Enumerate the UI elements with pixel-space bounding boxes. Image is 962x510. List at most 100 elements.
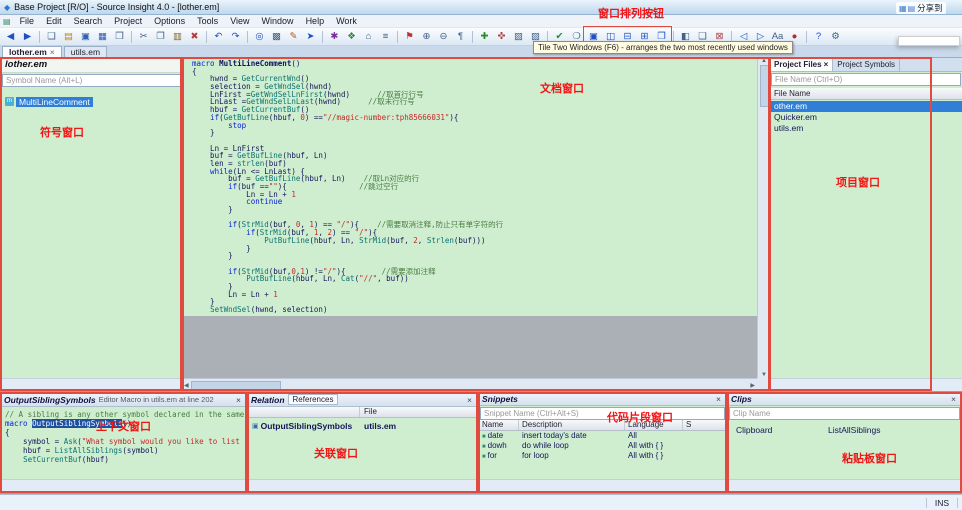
toolbar-open-file-icon[interactable]: ▤: [61, 30, 76, 44]
scroll-right-icon[interactable]: ▶: [750, 382, 755, 389]
vertical-scroll-thumb[interactable]: [760, 65, 769, 107]
menu-project[interactable]: Project: [108, 16, 148, 26]
menu-edit[interactable]: Edit: [40, 16, 68, 26]
menu-help[interactable]: Help: [300, 16, 331, 26]
toolbar: ◀▶❏▤▣▦❒✂❐▥✖↶↷◎▩✎➤✱❖⌂≡⚑⊕⊖¶✚✜▧▨✔❍▣◫⊟⊞❐◧❑⊠◁…: [0, 28, 962, 46]
menu-options[interactable]: Options: [148, 16, 191, 26]
toolbar-zoom-out-icon[interactable]: ⊖: [436, 30, 451, 44]
document-icon[interactable]: ▤: [3, 17, 11, 26]
toolbar-replace-icon[interactable]: ✎: [286, 30, 301, 44]
vertical-scrollbar[interactable]: ▲ ▼: [757, 58, 770, 378]
project-file-row[interactable]: Quicker.em: [770, 112, 962, 123]
relation-symbol-column[interactable]: [248, 407, 360, 417]
snippets-column-s[interactable]: S: [683, 420, 726, 430]
tab-close-icon[interactable]: ×: [50, 47, 55, 57]
clip-item[interactable]: Clipboard: [736, 425, 772, 435]
project-tab-project-files[interactable]: Project Files×: [770, 58, 833, 71]
toolbar-undo-icon[interactable]: ↶: [211, 30, 226, 44]
toolbar-project-window-toggle-icon[interactable]: ⌂: [361, 30, 376, 44]
snippets-column-name[interactable]: Name: [479, 420, 519, 430]
source-insight-window: ◆ Base Project [R/O] - Source Insight 4.…: [0, 0, 962, 510]
snippet-description: insert today's date: [519, 431, 625, 441]
file-name-column-header[interactable]: File Name: [770, 88, 962, 100]
project-tab-close-icon[interactable]: ×: [824, 60, 829, 69]
toolbar-save-icon[interactable]: ▣: [78, 30, 93, 44]
project-file-row[interactable]: utils.em: [770, 123, 962, 134]
share-grid-icon[interactable]: ▤: [908, 4, 916, 13]
menu-search[interactable]: Search: [68, 16, 109, 26]
project-footer: [770, 378, 962, 391]
share-header-icons: ▦▤: [899, 4, 915, 13]
document-window[interactable]: macro MultiLineComment(){ hwnd = GetCurr…: [182, 58, 770, 391]
file-name-input[interactable]: [771, 73, 961, 86]
toolbar-save-all-icon[interactable]: ▦: [95, 30, 110, 44]
toolbar-add-file-icon[interactable]: ✚: [477, 30, 492, 44]
toolbar-delete-icon[interactable]: ✖: [187, 30, 202, 44]
snippet-extra: [683, 441, 726, 451]
annotation-clips-window: 粘贴板窗口: [842, 450, 897, 466]
close-icon[interactable]: ×: [714, 394, 723, 404]
snippet-row[interactable]: ■forfor loopAll with { }: [479, 451, 726, 461]
toolbar-settings-icon[interactable]: ⚙: [828, 30, 843, 44]
toolbar-separator: [472, 31, 473, 43]
toolbar-bookmark-icon[interactable]: ⚑: [402, 30, 417, 44]
snippet-name-input[interactable]: [480, 407, 725, 420]
toolbar-print-icon[interactable]: ❒: [112, 30, 127, 44]
scrollbar-corner: [757, 378, 770, 391]
clip-item[interactable]: ListAllSiblings: [828, 425, 880, 435]
toolbar-forward-icon[interactable]: ▶: [20, 30, 35, 44]
toolbar-synchronize-icon[interactable]: ▧: [511, 30, 526, 44]
menu-work[interactable]: Work: [330, 16, 363, 26]
toolbar-context-window-toggle-icon[interactable]: ≡: [378, 30, 393, 44]
close-icon[interactable]: ×: [234, 395, 243, 405]
tab-utils.em[interactable]: utils.em: [64, 46, 107, 57]
scroll-left-icon[interactable]: ◀: [184, 382, 189, 389]
toolbar-paste-icon[interactable]: ▥: [170, 30, 185, 44]
symbol-name-input[interactable]: [2, 74, 181, 87]
toolbar-remove-file-icon[interactable]: ✜: [494, 30, 509, 44]
toolbar-go-to-line-icon[interactable]: ➤: [303, 30, 318, 44]
horizontal-scrollbar[interactable]: ◀ ▶: [182, 378, 757, 391]
snippet-row[interactable]: ■dateinsert today's dateAll: [479, 431, 726, 441]
toolbar-browse-symbols-icon[interactable]: ✱: [327, 30, 342, 44]
code-token: 1: [291, 190, 296, 199]
toolbar-help-icon[interactable]: ?: [811, 30, 826, 44]
toolbar-copy-icon[interactable]: ❐: [153, 30, 168, 44]
menu-view[interactable]: View: [224, 16, 255, 26]
toolbar-cut-icon[interactable]: ✂: [136, 30, 151, 44]
relation-row[interactable]: ▣OutputSiblingSymbolsutils.em: [248, 420, 477, 431]
clip-name-input[interactable]: [729, 407, 960, 420]
toolbar-back-icon[interactable]: ◀: [3, 30, 18, 44]
symbol-list-item[interactable]: mMultiLineComment: [1, 96, 182, 107]
share-toolbar-header[interactable]: ▦▤ 分享到: [896, 2, 946, 14]
code-line: SetCurrentBuf(hbuf): [5, 455, 242, 464]
project-tab-project-symbols[interactable]: Project Symbols: [833, 58, 900, 71]
horizontal-scroll-thumb[interactable]: [191, 381, 281, 390]
relation-file-column[interactable]: File: [360, 407, 477, 417]
symbol-name: MultiLineComment: [16, 97, 93, 107]
code-token: //取末行行号: [341, 97, 415, 106]
menu-tools[interactable]: Tools: [191, 16, 224, 26]
toolbar-symbol-window-toggle-icon[interactable]: ❖: [344, 30, 359, 44]
snippet-row[interactable]: ■dowhdo while loopAll with { }: [479, 441, 726, 451]
toolbar-redo-icon[interactable]: ↷: [228, 30, 243, 44]
editor-code[interactable]: macro MultiLineComment(){ hwnd = GetCurr…: [182, 58, 757, 314]
menu-window[interactable]: Window: [256, 16, 300, 26]
menu-file[interactable]: File: [14, 16, 41, 26]
toolbar-show-special-chars-icon[interactable]: ¶: [453, 30, 468, 44]
code-token: (hwnd, selection): [251, 305, 328, 314]
close-icon[interactable]: ×: [949, 394, 958, 404]
project-file-list: other.emQuicker.emutils.em: [770, 100, 962, 378]
scroll-up-icon[interactable]: ▲: [761, 58, 767, 64]
relation-title: Relation: [251, 395, 285, 405]
toolbar-new-file-icon[interactable]: ❏: [44, 30, 59, 44]
relation-tab-references[interactable]: References: [288, 394, 339, 405]
close-icon[interactable]: ×: [465, 395, 474, 405]
toolbar-search-icon[interactable]: ◎: [252, 30, 267, 44]
tab-lother.em[interactable]: lother.em×: [2, 46, 62, 57]
toolbar-search-in-files-icon[interactable]: ▩: [269, 30, 284, 44]
share-grid-icon[interactable]: ▦: [899, 4, 907, 13]
toolbar-zoom-in-icon[interactable]: ⊕: [419, 30, 434, 44]
toolbar-separator: [39, 31, 40, 43]
project-file-row[interactable]: other.em: [770, 101, 962, 112]
